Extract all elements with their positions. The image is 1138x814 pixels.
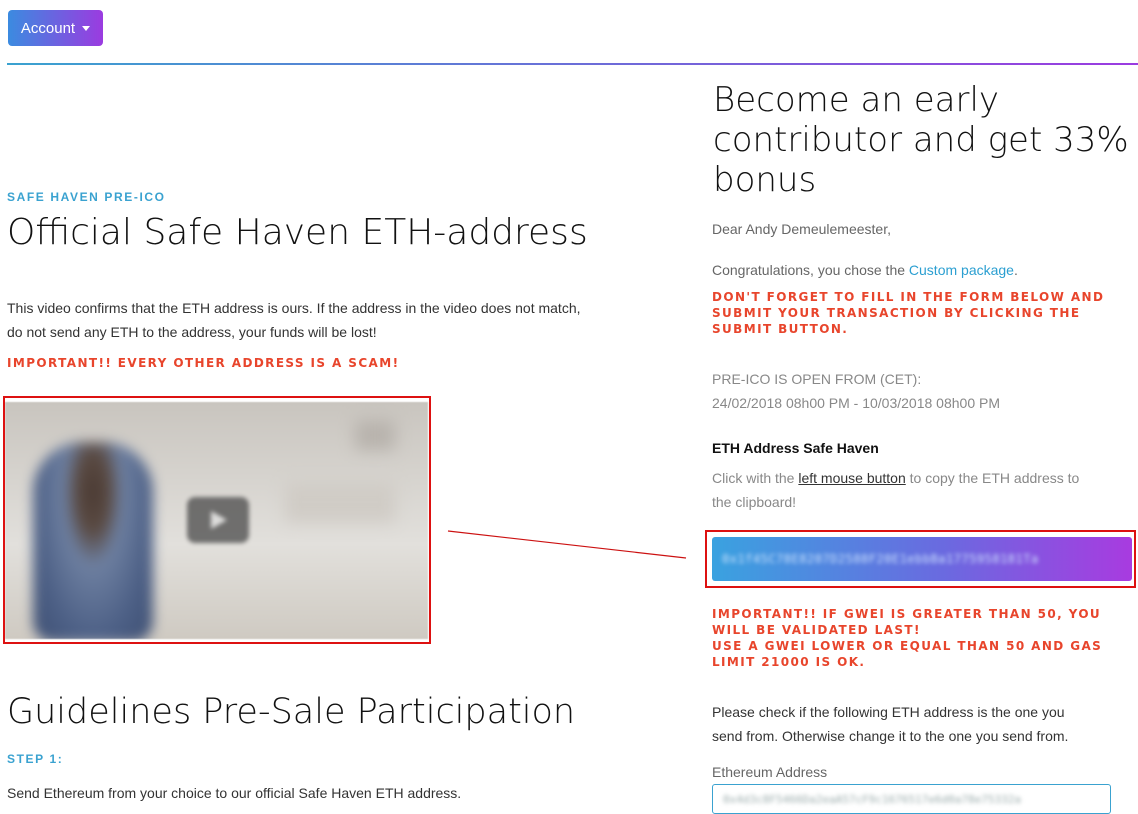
gwei-warning-line-1: IMPORTANT!! IF GWEI IS GREATER THAN 50, … xyxy=(712,607,1102,621)
check-line-1: Please check if the following ETH addres… xyxy=(712,704,1065,720)
gwei-warning-line-3: USE A GWEI LOWER OR EQUAL THAN 50 AND GA… xyxy=(712,639,1103,653)
headline-line-3: bonus xyxy=(713,160,817,200)
gwei-warning-line-4: LIMIT 21000 IS OK. xyxy=(712,655,866,669)
copy-instruction: Click with the left mouse button to copy… xyxy=(712,466,1079,490)
copy-prefix: Click with the xyxy=(712,470,799,486)
headline-line-2: contributor and get 33% xyxy=(713,120,1129,160)
eth-address-highlight-box xyxy=(705,530,1136,588)
ethereum-address-value: 0x4d3c8F5466Da2eaA57cF9c1676517e6d0a78e7… xyxy=(723,793,1022,806)
form-warning-line-1: DON'T FORGET TO FILL IN THE FORM BELOW A… xyxy=(712,290,1105,304)
congrats-suffix: . xyxy=(1013,262,1018,278)
open-label: PRE-ICO IS OPEN FROM (CET): xyxy=(712,371,922,387)
congrats-text: Congratulations, you chose the Custom pa… xyxy=(712,258,1018,282)
congrats-prefix: Congratulations, you chose the xyxy=(712,262,909,278)
open-range: 24/02/2018 08h00 PM - 10/03/2018 08h00 P… xyxy=(712,395,1000,411)
custom-package-link[interactable]: Custom package xyxy=(909,262,1014,278)
copy-suffix: to copy the ETH address to xyxy=(905,470,1080,486)
check-line-2: send from. Otherwise change it to the on… xyxy=(712,728,1069,744)
form-warning-line-2: SUBMIT YOUR TRANSACTION BY CLICKING THE xyxy=(712,306,1081,320)
form-warning: DON'T FORGET TO FILL IN THE FORM BELOW A… xyxy=(712,289,1104,337)
ethereum-address-input[interactable]: 0x4d3c8F5466Da2eaA57cF9c1676517e6d0a78e7… xyxy=(712,784,1111,814)
greeting: Dear Andy Demeulemeester, xyxy=(712,221,891,237)
copy-instruction-line-2: the clipboard! xyxy=(712,494,797,510)
gwei-warning: IMPORTANT!! IF GWEI IS GREATER THAN 50, … xyxy=(712,606,1102,670)
headline-line-1: Become an early xyxy=(713,80,1000,120)
eth-field-label: Ethereum Address xyxy=(712,764,828,780)
form-warning-line-3: SUBMIT BUTTON. xyxy=(712,322,849,336)
headline: Become an early contributor and get 33% … xyxy=(713,80,1129,200)
eth-heading: ETH Address Safe Haven xyxy=(712,440,879,456)
gwei-warning-line-2: WILL BE VALIDATED LAST! xyxy=(712,623,921,637)
left-mouse-button-text: left mouse button xyxy=(798,470,906,486)
